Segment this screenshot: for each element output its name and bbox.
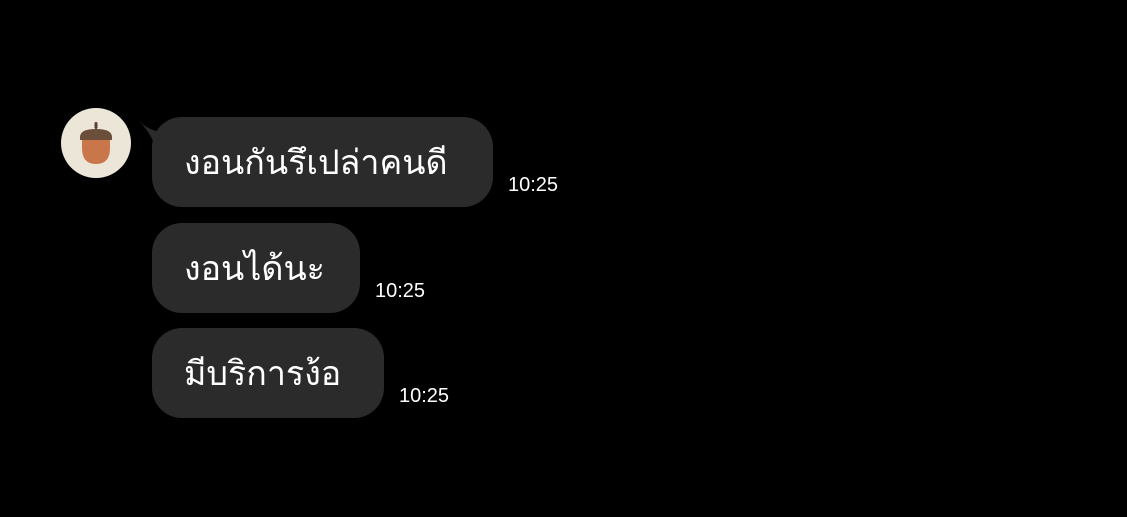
message-timestamp: 10:25 xyxy=(508,174,559,196)
acorn-icon xyxy=(80,122,112,164)
message-bubble[interactable]: งอนได้นะ xyxy=(152,223,360,313)
message-row: มีบริการง้อ 10:25 xyxy=(152,328,449,418)
message-timestamp: 10:25 xyxy=(399,385,450,407)
message-row: งอนได้นะ 10:25 xyxy=(152,223,425,313)
message-bubble[interactable]: งอนกันรึเปล่าคนดี xyxy=(152,117,493,207)
message-bubble[interactable]: มีบริการง้อ xyxy=(152,328,384,418)
message-row: งอนกันรึเปล่าคนดี 10:25 xyxy=(152,117,558,207)
avatar[interactable] xyxy=(61,108,131,178)
message-timestamp: 10:25 xyxy=(375,280,426,302)
